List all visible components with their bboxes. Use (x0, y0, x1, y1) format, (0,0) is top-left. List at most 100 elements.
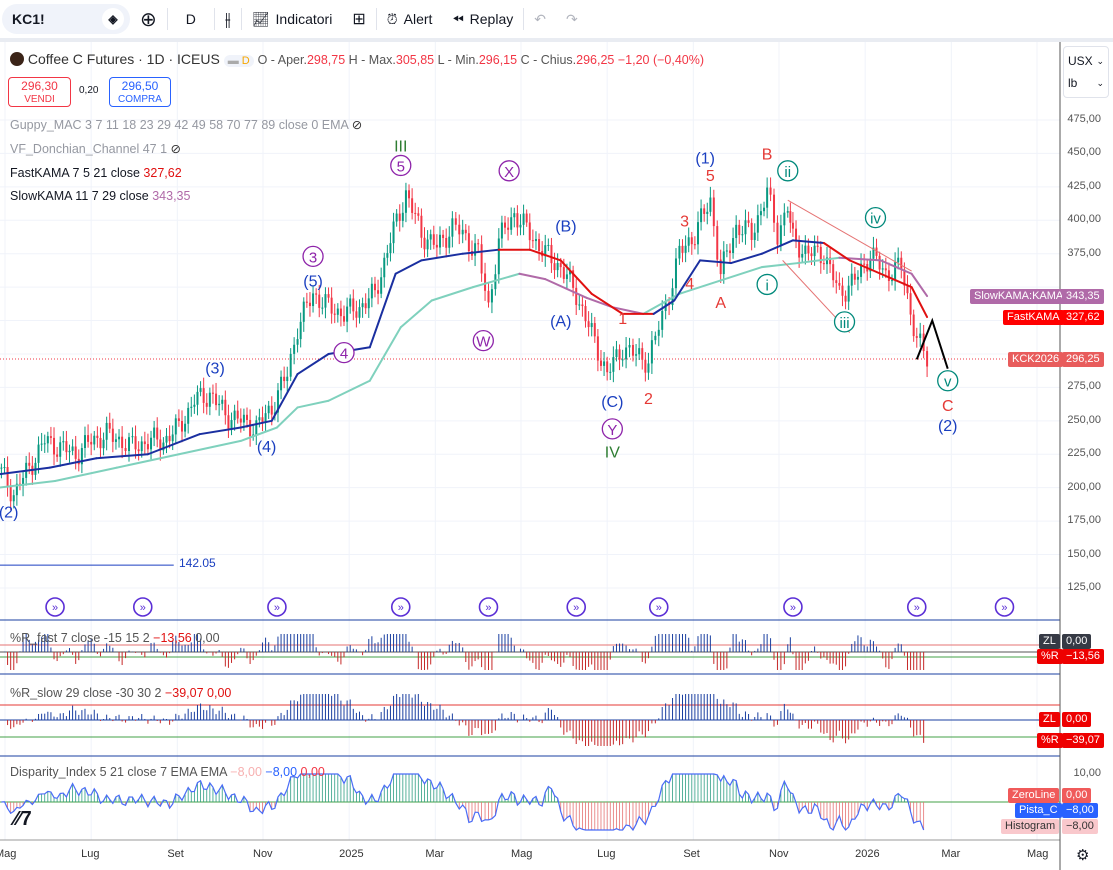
candle-body (789, 211, 792, 223)
candle-body (140, 441, 143, 452)
candle-body (318, 294, 321, 308)
candle-body (464, 229, 467, 234)
pane-rfast-legend[interactable]: %R_fast 7 close -15 15 2 −13,56 0,00 (10, 631, 220, 645)
candle-body (759, 211, 762, 216)
sell-button[interactable]: 296,30 VENDI (8, 77, 71, 107)
candle-body (111, 428, 114, 442)
wave-label: (2) (938, 418, 958, 435)
time-tick-label: 2025 (339, 848, 364, 860)
candle-body (461, 229, 464, 235)
study-fastkama[interactable]: FastKAMA 7 5 21 close 327,62 (10, 166, 182, 180)
rslow-r-label: %R (1037, 733, 1063, 748)
currency-select[interactable]: USX ⌄ (1068, 50, 1104, 72)
candle-body (678, 245, 681, 259)
time-tick-label: Mar (941, 848, 961, 860)
fast-kama-line (879, 272, 913, 289)
candle-body (324, 294, 327, 308)
study-guppy[interactable]: Guppy_MAC 3 7 11 18 23 29 42 49 58 70 77… (10, 117, 362, 132)
candle-body (631, 345, 634, 356)
candle-body (891, 280, 894, 282)
candle-body (280, 376, 283, 391)
candle-body (900, 257, 903, 270)
candle-body (293, 344, 296, 354)
candle-body (528, 222, 531, 241)
candle-body (190, 406, 193, 408)
candle-body (641, 348, 644, 360)
candle-body (137, 449, 140, 452)
candle-body (500, 222, 503, 239)
candle-body (180, 421, 183, 432)
candle-body (215, 393, 218, 406)
candle-body (6, 467, 9, 487)
candle-body (395, 213, 398, 222)
candle-body (791, 222, 794, 229)
price-tick-label: 225,00 (1067, 447, 1101, 460)
candle-body (373, 283, 376, 291)
event-icon: » (140, 602, 146, 614)
candle-body (716, 226, 719, 260)
candle-body (261, 417, 264, 423)
projection-path (915, 317, 949, 369)
candle-body (744, 220, 747, 235)
price-tick-label: 275,00 (1067, 380, 1101, 393)
candle-body (912, 314, 915, 337)
candle-body (681, 245, 684, 253)
candle-body (165, 435, 168, 443)
candle-body (587, 321, 590, 328)
wave-label: i (765, 277, 768, 294)
wave-label: 5 (397, 158, 405, 175)
candle-body (43, 443, 46, 445)
wave-label: iii (840, 315, 850, 332)
histogram-value: −8,00 (1062, 819, 1098, 834)
tradingview-logo[interactable]: ⁄⁄7 (14, 808, 32, 831)
candle-body (795, 228, 798, 241)
axis-tag-symbol-label: KCK2026 (1008, 352, 1064, 367)
time-tick-label: Lug (597, 848, 616, 860)
time-tick-label: 2026 (855, 848, 880, 860)
eye-off-icon[interactable]: ⊘ (352, 118, 362, 132)
price-tick-label: 150,00 (1067, 547, 1101, 560)
eye-off-icon[interactable]: ⊘ (171, 142, 181, 156)
candle-body (684, 245, 687, 253)
candle-body (83, 435, 86, 449)
wave-label: iv (870, 211, 881, 228)
candle-body (534, 239, 537, 242)
wave-label: (4) (257, 439, 277, 456)
study-donchian[interactable]: VF_Donchian_Channel 47 1 ⊘ (10, 141, 181, 156)
candle-body (128, 437, 131, 451)
series-title[interactable]: Coffee C Futures · 1D · ICEUS (28, 51, 220, 67)
candle-body (312, 293, 315, 307)
settings-icon[interactable]: ⚙︎ (1076, 846, 1089, 864)
wave-label: 1 (618, 311, 627, 328)
candle-body (753, 232, 756, 241)
candle-body (296, 339, 299, 345)
unit-select[interactable]: lb ⌄ (1068, 72, 1104, 94)
buy-button[interactable]: 296,50 COMPRA (109, 77, 171, 107)
candle-body (59, 442, 62, 457)
candle-body (327, 294, 330, 298)
event-icon: » (656, 602, 662, 614)
candles (0, 177, 929, 511)
event-icon: » (573, 602, 579, 614)
candle-body (349, 298, 352, 307)
candle-body (37, 444, 40, 463)
candle-body (408, 190, 411, 199)
candle-body (741, 234, 744, 236)
currency-unit-selector[interactable]: USX ⌄ lb ⌄ (1063, 46, 1109, 98)
candle-body (346, 306, 349, 322)
price-tick-label: 475,00 (1067, 113, 1101, 125)
candle-body (841, 285, 844, 296)
level-label: 142.05 (179, 556, 216, 570)
candle-body (615, 349, 618, 358)
pane-rslow-legend[interactable]: %R_slow 29 close -30 30 2 −39,07 0,00 (10, 686, 231, 700)
event-icon: » (485, 602, 491, 614)
candle-body (725, 250, 728, 252)
zeroline-label: ZeroLine (1008, 788, 1060, 803)
candle-body (218, 403, 221, 406)
candle-body (56, 454, 59, 457)
pane-disparity-legend[interactable]: Disparity_Index 5 21 close 7 EMA EMA −8,… (10, 765, 325, 779)
study-slowkama[interactable]: SlowKAMA 11 7 29 close 343,35 (10, 189, 190, 203)
candle-body (467, 233, 470, 252)
candle-body (108, 422, 111, 429)
slow-kama-line (296, 399, 330, 409)
